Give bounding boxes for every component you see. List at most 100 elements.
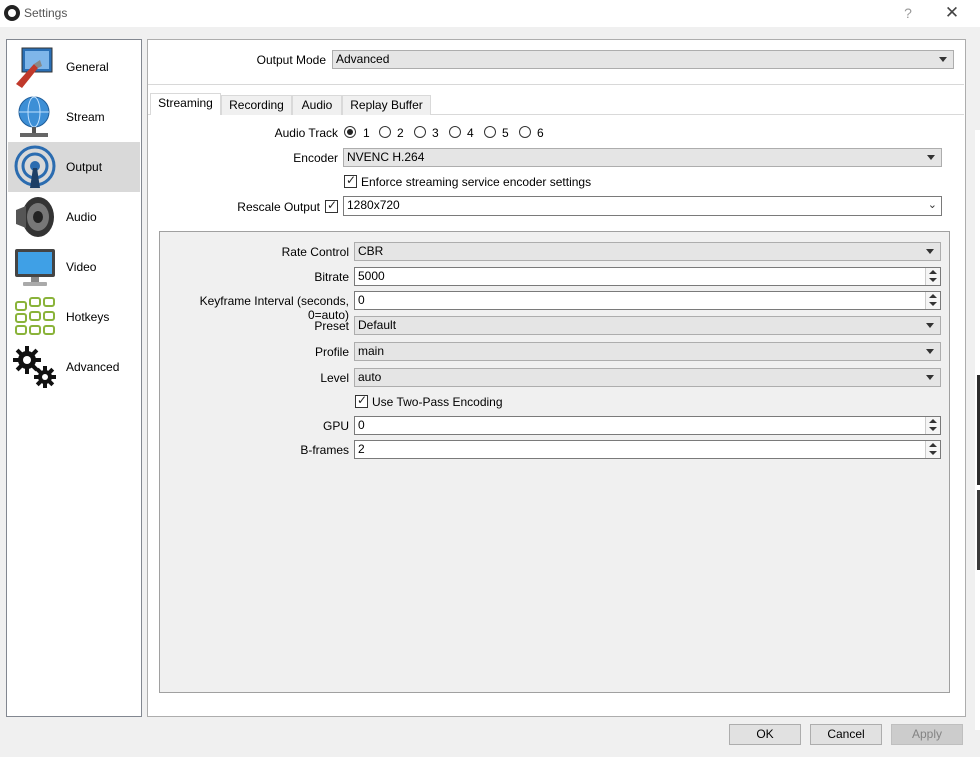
chevron-down-icon	[927, 155, 935, 160]
preset-value: Default	[358, 318, 397, 332]
chevron-down-icon	[926, 323, 934, 328]
gpu-spinbox[interactable]: 0	[354, 416, 941, 435]
ok-button[interactable]: OK	[729, 724, 801, 745]
title-bar	[0, 0, 980, 27]
sidebar-item-label: Advanced	[66, 360, 120, 374]
rescale-output-checkbox[interactable]	[325, 198, 338, 213]
sidebar-item-label: Output	[66, 160, 103, 174]
cancel-button[interactable]: Cancel	[810, 724, 882, 745]
keyframe-interval-label: Keyframe Interval (seconds, 0=auto)	[199, 294, 349, 322]
general-monitor-icon	[16, 47, 53, 88]
rate-control-label: Rate Control	[281, 245, 349, 259]
output-mode-value: Advanced	[336, 52, 390, 66]
sidebar-item-label: Stream	[66, 110, 105, 124]
arrow-up-icon	[929, 443, 937, 447]
chevron-down-icon	[939, 57, 947, 62]
chevron-down-icon	[926, 349, 934, 354]
two-pass-label: Use Two-Pass Encoding	[372, 395, 503, 409]
sidebar-item-hotkeys[interactable]: Hotkeys	[8, 292, 140, 342]
separator	[148, 84, 964, 85]
preset-select[interactable]: Default	[354, 316, 941, 335]
sidebar-item-stream[interactable]: Stream	[8, 92, 140, 142]
profile-label: Profile	[314, 345, 349, 359]
output-mode-select[interactable]: Advanced	[332, 50, 954, 69]
audio-track-option-label: 1	[363, 126, 370, 140]
keyboard-icon	[15, 297, 55, 335]
level-select[interactable]: auto	[354, 368, 941, 387]
encoder-select[interactable]: NVENC H.264	[343, 148, 942, 167]
arrow-down-icon	[929, 427, 937, 431]
sidebar-item-output[interactable]: Output	[8, 142, 140, 192]
sidebar-item-label: Audio	[66, 210, 97, 224]
spin-buttons[interactable]	[925, 292, 940, 309]
audio-track-radio-3[interactable]	[414, 126, 426, 138]
sidebar-item-video[interactable]: Video	[8, 242, 140, 292]
rate-control-value: CBR	[358, 244, 384, 258]
audio-track-label: Audio Track	[274, 126, 338, 140]
two-pass-checkbox[interactable]	[355, 393, 368, 408]
gears-icon	[13, 346, 56, 388]
preset-label: Preset	[314, 319, 349, 333]
audio-track-radio-1[interactable]	[344, 126, 356, 138]
close-button[interactable]: ✕	[940, 2, 964, 24]
spin-buttons[interactable]	[925, 417, 940, 434]
sidebar-item-label: Video	[66, 260, 97, 274]
spin-buttons[interactable]	[925, 268, 940, 285]
arrow-down-icon	[929, 302, 937, 306]
bframes-spinbox[interactable]: 2	[354, 440, 941, 459]
settings-sidebar: General Stream Output Audio Video Hotkey…	[6, 39, 142, 717]
rate-control-select[interactable]: CBR	[354, 242, 941, 261]
background-window-edge	[975, 130, 980, 730]
audio-track-option-label: 3	[432, 126, 439, 140]
bframes-label: B-frames	[300, 443, 349, 457]
keyframe-interval-spinbox[interactable]: 0	[354, 291, 941, 310]
bitrate-label: Bitrate	[314, 270, 349, 284]
rescale-output-value: 1280x720	[347, 198, 400, 212]
broadcast-icon	[14, 145, 56, 188]
audio-track-option-label: 5	[502, 126, 509, 140]
speaker-icon	[16, 197, 54, 237]
gpu-value: 0	[358, 418, 365, 432]
sidebar-item-label: Hotkeys	[66, 310, 110, 324]
profile-value: main	[358, 344, 385, 358]
gpu-label: GPU	[322, 419, 349, 433]
encoder-label: Encoder	[293, 151, 338, 165]
sidebar-item-label: General	[66, 60, 109, 74]
obs-logo-icon	[4, 5, 20, 21]
audio-track-radio-2[interactable]	[379, 126, 391, 138]
audio-track-radio-4[interactable]	[449, 126, 461, 138]
audio-track-radio-6[interactable]	[519, 126, 531, 138]
sidebar-item-general[interactable]: General	[8, 42, 140, 92]
audio-track-radio-5[interactable]	[484, 126, 496, 138]
output-mode-label: Output Mode	[256, 53, 326, 67]
window-title: Settings	[24, 6, 68, 20]
audio-track-option-label: 2	[397, 126, 404, 140]
enforce-encoder-checkbox[interactable]	[344, 173, 357, 188]
keyframe-interval-value: 0	[358, 293, 365, 307]
arrow-down-icon	[929, 278, 937, 282]
enforce-encoder-label: Enforce streaming service encoder settin…	[361, 175, 592, 189]
bitrate-spinbox[interactable]: 5000	[354, 267, 941, 286]
chevron-down-icon	[926, 375, 934, 380]
profile-select[interactable]: main	[354, 342, 941, 361]
tab-audio[interactable]: Audio	[292, 95, 342, 115]
tab-replay-buffer[interactable]: Replay Buffer	[342, 95, 431, 115]
audio-track-option-label: 4	[467, 126, 474, 140]
level-label: Level	[320, 371, 349, 385]
arrow-up-icon	[929, 419, 937, 423]
arrow-down-icon	[929, 451, 937, 455]
bframes-value: 2	[358, 442, 365, 456]
sidebar-item-audio[interactable]: Audio	[8, 192, 140, 242]
audio-track-option-label: 6	[537, 126, 544, 140]
monitor-icon	[15, 249, 55, 286]
rescale-output-select[interactable]: 1280x720 ⌄	[343, 196, 942, 216]
sidebar-item-advanced[interactable]: Advanced	[8, 342, 140, 392]
rescale-output-label: Rescale Output	[237, 200, 320, 214]
spin-buttons[interactable]	[925, 441, 940, 458]
level-value: auto	[358, 370, 382, 384]
globe-stream-icon	[18, 96, 50, 137]
tab-streaming[interactable]: Streaming	[150, 93, 221, 115]
apply-button[interactable]: Apply	[891, 724, 963, 745]
help-button[interactable]: ?	[898, 2, 918, 24]
tab-recording[interactable]: Recording	[221, 95, 292, 115]
